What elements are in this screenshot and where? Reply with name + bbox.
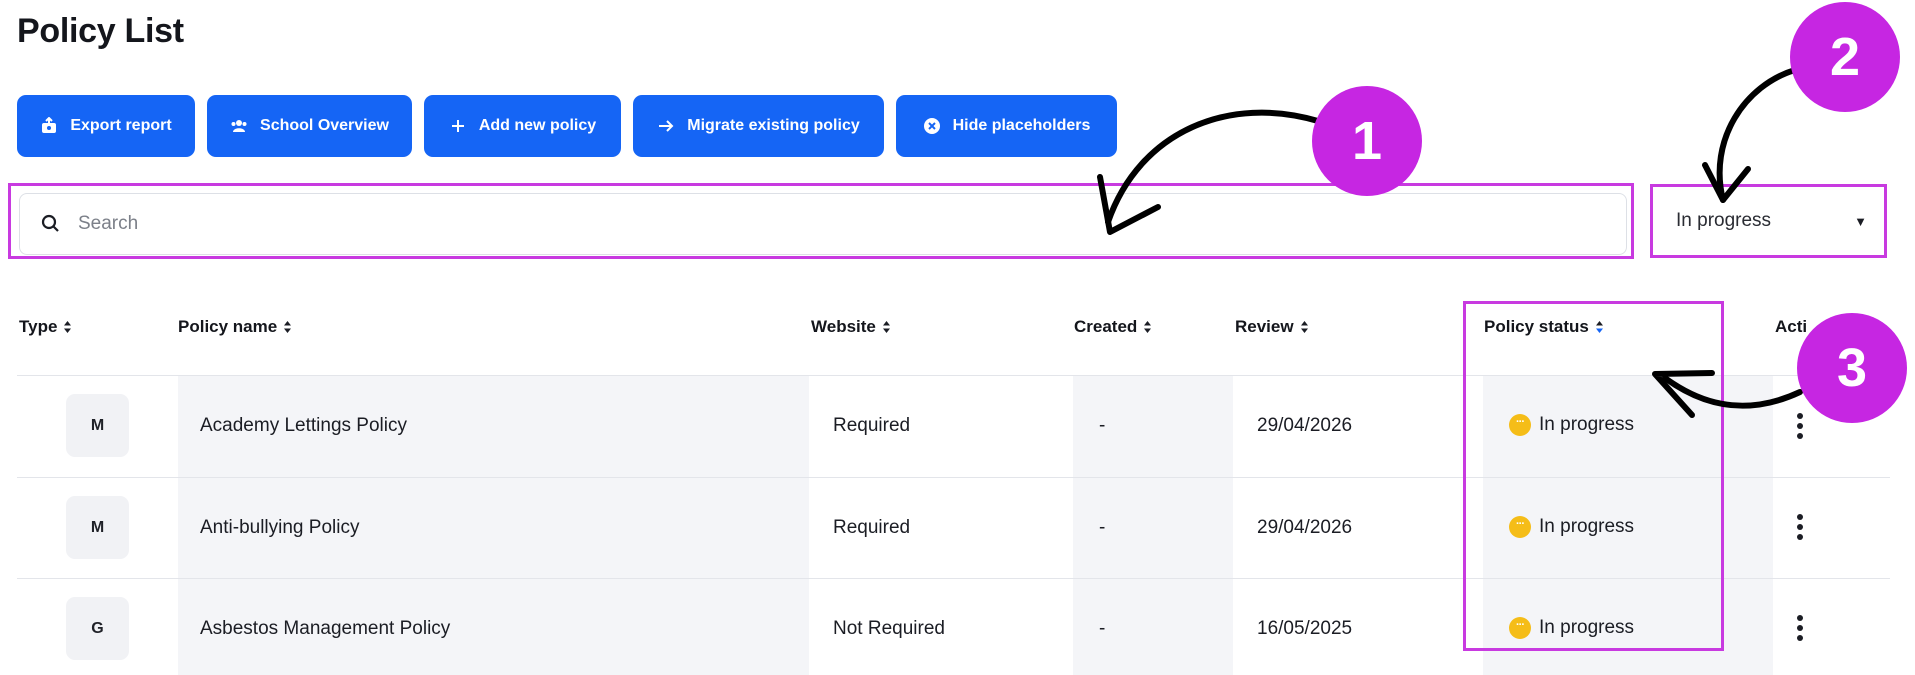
callout-badge-3: 3 <box>1797 313 1907 423</box>
policy-name[interactable]: Academy Lettings Policy <box>200 415 407 437</box>
users-icon <box>231 120 247 132</box>
column-header-review[interactable]: Review <box>1235 317 1309 337</box>
type-badge: M <box>66 496 129 559</box>
search-icon <box>41 214 59 232</box>
migrate-existing-policy-label: Migrate existing policy <box>687 117 860 134</box>
arrow-right-icon <box>659 120 674 132</box>
type-badge: G <box>66 597 129 660</box>
policy-name[interactable]: Anti-bullying Policy <box>200 517 359 539</box>
column-header-website[interactable]: Website <box>811 317 891 337</box>
add-new-policy-label: Add new policy <box>478 117 597 134</box>
column-header-actions[interactable]: Acti <box>1775 317 1807 337</box>
policy-name[interactable]: Asbestos Management Policy <box>200 618 450 640</box>
website-requirement: Required <box>833 517 911 538</box>
type-badge: M <box>66 394 129 457</box>
export-icon <box>42 117 57 133</box>
column-header-created[interactable]: Created <box>1074 317 1152 337</box>
migrate-existing-policy-button[interactable]: Migrate existing policy <box>633 95 884 157</box>
website-requirement: Not Required <box>833 618 945 639</box>
export-report-button[interactable]: Export report <box>17 95 195 157</box>
website-requirement: Required <box>833 415 911 436</box>
created-date: - <box>1099 415 1106 436</box>
created-date: - <box>1099 517 1106 538</box>
sort-icon <box>1300 321 1308 333</box>
close-circle-icon <box>923 118 940 134</box>
search-field[interactable] <box>19 193 1627 255</box>
review-date: 29/04/2026 <box>1257 415 1353 436</box>
status-filter-value: In progress <box>1676 210 1772 231</box>
review-date: 29/04/2026 <box>1257 517 1353 538</box>
column-header-policy-name[interactable]: Policy name <box>178 317 292 337</box>
sort-icon <box>1144 321 1152 333</box>
school-overview-button[interactable]: School Overview <box>207 95 412 157</box>
sort-icon <box>284 321 292 333</box>
created-column-bg <box>1073 376 1233 675</box>
arrow-2 <box>1702 67 1798 203</box>
callout-badge-1: 1 <box>1312 86 1422 196</box>
chevron-down-icon: ▼ <box>1854 213 1867 229</box>
more-actions-icon[interactable] <box>1796 615 1804 641</box>
toolbar: Export report School Overview Add new po… <box>17 95 1117 157</box>
school-overview-label: School Overview <box>260 117 389 134</box>
created-date: - <box>1099 618 1106 639</box>
hide-placeholders-label: Hide placeholders <box>952 117 1091 134</box>
more-actions-icon[interactable] <box>1796 413 1804 439</box>
status-column-highlight-frame <box>1463 301 1724 651</box>
page-title: Policy List <box>17 12 184 50</box>
add-new-policy-button[interactable]: Add new policy <box>424 95 621 157</box>
plus-icon <box>451 120 464 132</box>
review-date: 16/05/2025 <box>1257 618 1353 639</box>
column-header-type[interactable]: Type <box>19 317 72 337</box>
status-filter-select[interactable]: In progress ▼ <box>1656 190 1881 252</box>
search-input[interactable] <box>76 212 1480 236</box>
hide-placeholders-button[interactable]: Hide placeholders <box>896 95 1117 157</box>
export-report-label: Export report <box>70 117 172 134</box>
more-actions-icon[interactable] <box>1796 514 1804 540</box>
sort-icon <box>882 321 890 333</box>
callout-badge-2: 2 <box>1790 2 1900 112</box>
sort-icon <box>64 321 72 333</box>
